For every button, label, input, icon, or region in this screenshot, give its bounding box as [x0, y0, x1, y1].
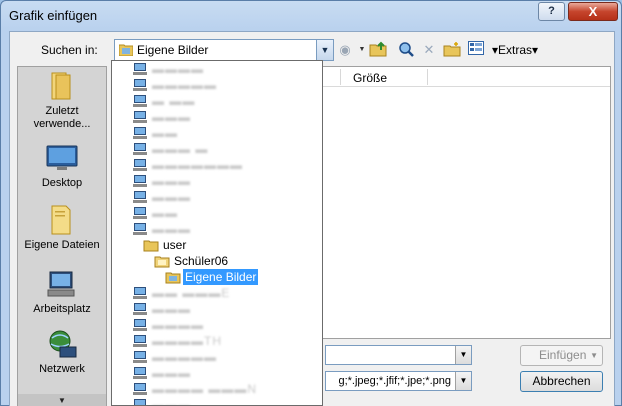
chevron-down-icon[interactable]: ▼: [316, 40, 333, 60]
up-folder-icon[interactable]: [368, 41, 388, 59]
computer-icon: [132, 126, 148, 140]
new-folder-icon[interactable]: [443, 41, 461, 59]
back-icon[interactable]: ◉: [336, 41, 354, 59]
user-folder-icon: [143, 238, 159, 252]
place-recent[interactable]: Zuletzt verwende...: [18, 71, 106, 131]
computer-icon: [132, 174, 148, 188]
dropdown-item-label: ▬▬▬: [152, 174, 191, 188]
place-my-documents[interactable]: Eigene Dateien: [18, 205, 106, 252]
dropdown-item-label: ▬▬▬▬▬: [152, 78, 217, 92]
extras-menu[interactable]: ▾Extras▾: [492, 41, 552, 59]
insert-button[interactable]: Einfügen ▼: [520, 345, 603, 366]
place-my-computer[interactable]: Arbeitsplatz: [18, 269, 106, 316]
column-separator[interactable]: [427, 69, 428, 85]
lookin-label: Suchen in:: [41, 43, 98, 57]
computer-icon: [132, 94, 148, 108]
filename-input[interactable]: ▼: [325, 345, 472, 365]
dropdown-item-label: ▬▬▬: [152, 302, 191, 316]
computer-icon: [132, 366, 148, 380]
dropdown-item-label: ▬▬▬▬: [152, 318, 204, 332]
computer-icon: [132, 302, 148, 316]
dropdown-item-label: Eigene Bilder: [181, 268, 260, 286]
dropdown-item-label: ▬▬▬ ▬: [152, 142, 209, 156]
computer-icon: [132, 222, 148, 236]
computer-icon: [132, 142, 148, 156]
delete-icon[interactable]: ✕: [421, 41, 437, 59]
dropdown-item-label: user: [163, 238, 187, 252]
dropdown-item-label: ▬▬ ▬▬▬E: [152, 286, 231, 300]
desktop-icon: [46, 143, 78, 173]
cancel-button[interactable]: Abbrechen: [520, 371, 603, 392]
places-scroll-down[interactable]: ▼: [18, 394, 106, 406]
place-my-computer-label: Arbeitsplatz: [33, 303, 91, 315]
chevron-down-icon[interactable]: ▼: [590, 346, 598, 365]
places-bar: Zuletzt verwende... Desktop Eigene Datei…: [17, 66, 107, 406]
computer-icon: [132, 334, 148, 348]
place-my-documents-label: Eigene Dateien: [24, 239, 100, 251]
recent-folder-icon: [46, 71, 78, 101]
dropdown-item-label: ▬▬▬▬: [152, 62, 204, 76]
search-web-icon[interactable]: [397, 41, 415, 59]
dropdown-item-label: ▬▬▬: [152, 366, 191, 380]
lookin-dropdown-list[interactable]: ▬▬▬▬ ▬▬▬▬▬ ▬ ▬▬ ▬▬▬ ▬▬ ▬▬▬ ▬ ▬▬▬▬▬▬▬ ▬▬▬ ▬▬▬ ▬▬ ▬▬…: [111, 60, 323, 406]
column-separator[interactable]: [340, 69, 341, 85]
place-desktop[interactable]: Desktop: [18, 143, 106, 190]
computer-icon: [132, 398, 148, 405]
computer-icon: [132, 286, 148, 300]
computer-icon: [46, 269, 78, 299]
place-network-label: Netzwerk: [39, 363, 85, 375]
computer-icon: [132, 110, 148, 124]
dropdown-item-label: ▬▬▬: [152, 222, 191, 236]
chevron-down-icon[interactable]: ▼: [455, 346, 471, 364]
filetype-value: g;*.jpeg;*.jfif;*.jpe;*.png: [338, 375, 451, 387]
computer-icon: [132, 206, 148, 220]
dropdown-item-label: ▬▬▬: [152, 110, 191, 124]
pictures-folder-icon: [165, 270, 181, 284]
place-recent-label: Zuletzt verwende...: [33, 105, 91, 130]
dropdown-item-label: ▬▬▬: [152, 190, 191, 204]
network-icon: [46, 329, 78, 359]
help-button[interactable]: ?: [538, 2, 565, 21]
computer-icon: [132, 190, 148, 204]
folder-icon: [154, 254, 170, 268]
computer-icon: [132, 350, 148, 364]
computer-icon: [132, 382, 148, 396]
lookin-combo[interactable]: Eigene Bilder ▼: [114, 39, 334, 61]
insert-button-label: Einfügen: [539, 348, 587, 362]
pictures-folder-icon: [118, 43, 134, 59]
dropdown-item-label: ▬▬▬: [152, 398, 191, 406]
filetype-select[interactable]: g;*.jpeg;*.jfif;*.jpe;*.png ▼: [325, 371, 472, 391]
dropdown-item-label: ▬▬▬▬TH: [152, 334, 222, 348]
dropdown-item-label: ▬▬: [152, 206, 178, 220]
title-bar[interactable]: Grafik einfügen ? X: [1, 1, 621, 31]
window-title: Grafik einfügen: [9, 8, 98, 23]
computer-icon: [132, 62, 148, 76]
dropdown-item-label: ▬ ▬▬: [152, 94, 196, 108]
dropdown-item-label: ▬▬: [152, 126, 178, 140]
place-desktop-label: Desktop: [41, 177, 83, 189]
dropdown-item-label: ▬▬▬▬ ▬▬▬N: [152, 382, 257, 396]
dropdown-item-label: ▬▬▬▬▬: [152, 350, 217, 364]
dropdown-item-label: Schüler06: [174, 254, 229, 268]
column-header-size[interactable]: Größe: [353, 71, 387, 85]
folder-icon: [46, 205, 78, 235]
dropdown-item-label: ▬▬▬▬▬▬▬: [152, 158, 243, 172]
lookin-value: Eigene Bilder: [137, 43, 209, 57]
computer-icon: [132, 318, 148, 332]
computer-icon: [132, 78, 148, 92]
chevron-down-icon[interactable]: ▼: [455, 372, 471, 390]
place-network[interactable]: Netzwerk: [18, 329, 106, 376]
back-dropdown-icon[interactable]: ▼: [358, 41, 366, 59]
computer-icon: [132, 158, 148, 172]
views-icon[interactable]: [467, 41, 485, 59]
close-button[interactable]: X: [568, 2, 618, 21]
